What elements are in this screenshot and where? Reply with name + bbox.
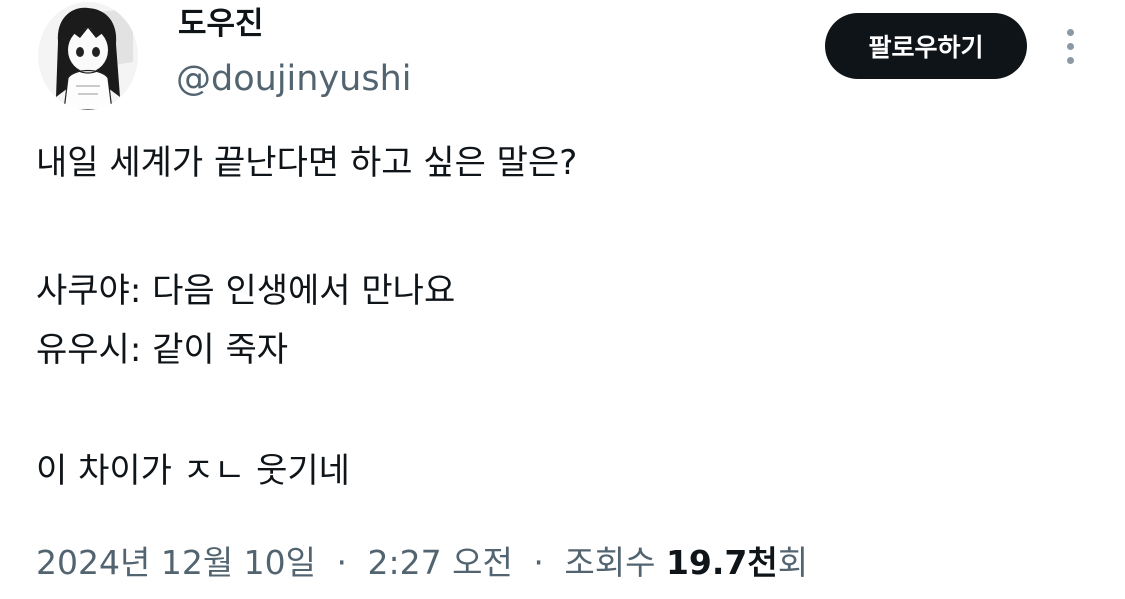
more-vertical-icon [1066, 28, 1074, 36]
tweet-line: 내일 세계가 끝난다면 하고 싶은 말은? [36, 143, 578, 183]
tweet-date[interactable]: 2024년 12월 10일 [36, 543, 316, 582]
views-label: 조회수 [564, 543, 656, 582]
follow-button[interactable]: 팔로우하기 [825, 13, 1027, 79]
user-handle[interactable]: @doujinyushi [176, 56, 411, 102]
tweet-meta: 2024년 12월 10일 · 2:27 오전 · 조회수 19.7천회 [36, 540, 808, 586]
avatar[interactable] [38, 2, 138, 110]
tweet-time[interactable]: 2:27 오전 [368, 543, 513, 582]
views-count: 19.7천 [665, 543, 778, 582]
separator-dot: · [336, 543, 348, 582]
tweet-line: 사쿠야: 다음 인생에서 만나요 [36, 271, 456, 311]
display-name[interactable]: 도우진 [178, 4, 264, 44]
more-vertical-icon [1066, 42, 1074, 50]
separator-dot: · [533, 543, 544, 582]
tweet-line: 이 차이가 ㅈㄴ 웃기네 [36, 451, 350, 491]
avatar-image [38, 2, 138, 110]
views-suffix: 회 [777, 543, 809, 582]
more-options-button[interactable] [1052, 20, 1088, 72]
tweet-line: 유우시: 같이 죽자 [36, 330, 289, 370]
more-vertical-icon [1066, 56, 1074, 64]
